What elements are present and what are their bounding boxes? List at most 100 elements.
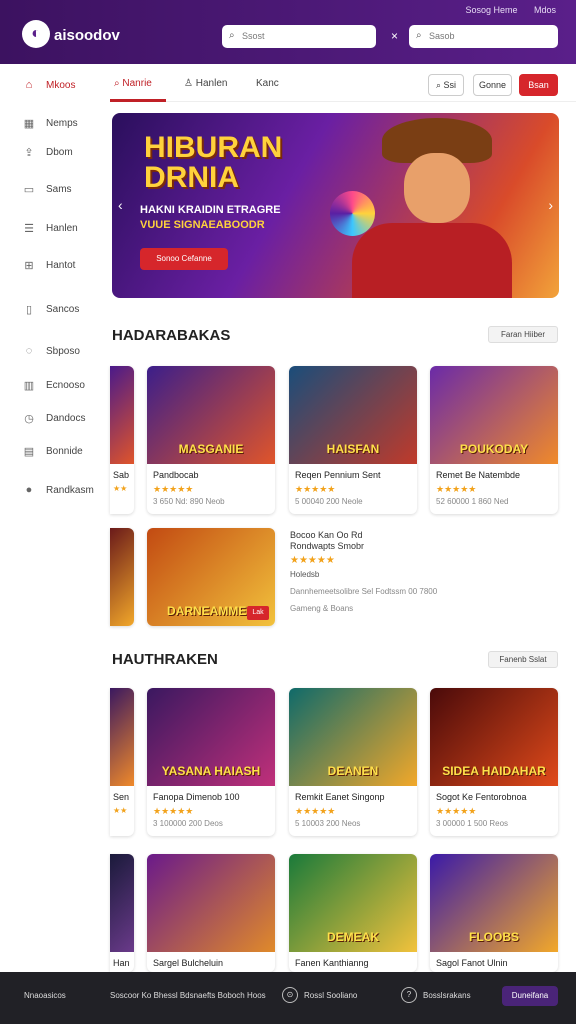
- game-card[interactable]: YASANA HAIASH Fanopa Dimenob 100 ★★★★★ 3…: [147, 688, 275, 836]
- search-input-secondary[interactable]: ⌕ Sasob: [409, 25, 558, 48]
- game-rating: ★★★★★: [295, 484, 336, 494]
- game-thumbnail: YASANA HAIASH: [147, 688, 275, 786]
- game-rating: ★★: [113, 484, 128, 493]
- game-card-partial[interactable]: Han: [110, 854, 134, 972]
- tab-label: Hanlen: [195, 78, 228, 89]
- sidebar-item-label: Nemps: [46, 117, 78, 129]
- colorful-ball-icon: [330, 191, 375, 236]
- live-badge: Lak: [247, 606, 269, 620]
- game-card[interactable]: HAISFAN Reqen Pennium Sent ★★★★★ 5 00040…: [289, 366, 417, 514]
- chevron-left-icon[interactable]: ‹: [118, 197, 123, 213]
- logo-icon[interactable]: ◐: [22, 20, 50, 48]
- tab-label: Kanc: [256, 78, 279, 89]
- game-title: Sen: [113, 792, 130, 802]
- search-input-primary[interactable]: ⌕ Ssost ×: [222, 25, 398, 48]
- game-card-partial[interactable]: Sab ★★: [110, 366, 134, 514]
- top-links: Sosog Heme Mdos: [451, 5, 556, 15]
- thumbnail-text: HAISFAN: [326, 442, 380, 456]
- top-link-1[interactable]: Sosog Heme: [465, 5, 517, 15]
- hero-title: HIBURAN DRNIA: [144, 131, 283, 194]
- game-rating: ★★★★★: [295, 806, 336, 816]
- game-card-partial[interactable]: Sen ★★: [110, 688, 134, 836]
- sidebar-item-8[interactable]: ◌ Sbposo: [22, 344, 80, 358]
- footer-link-2[interactable]: Bosslsrakans: [423, 991, 471, 1000]
- hero-banner[interactable]: HIBURAN DRNIA HAKNI KRAIDIN ETRAGRE VUUE…: [112, 113, 559, 298]
- sidebar-item-label: Dandocs: [46, 412, 86, 424]
- thumbnail-text: DEANEN: [327, 764, 379, 778]
- game-card-featured[interactable]: DARNEAMMER Lak: [147, 528, 275, 626]
- footer-brand[interactable]: Nnaoasicos: [24, 991, 66, 1000]
- sidebar-item-label: Hanlen: [46, 222, 78, 234]
- section-title-1: HADARABAKAS: [112, 327, 231, 344]
- hero-cta-button[interactable]: Sonoo Cefanne: [140, 248, 228, 270]
- search-placeholder-1: Ssost: [242, 31, 265, 41]
- tab-2[interactable]: ♙ Hanlen: [184, 78, 227, 89]
- hero-subtitle-line1: HAKNI KRAIDIN ETRAGRE: [140, 204, 281, 216]
- footer-link-1[interactable]: Rossl Sooliano: [304, 991, 357, 1000]
- game-title: Remkit Eanet Singonp: [295, 792, 385, 802]
- sidebar-item-label: Randkasm: [46, 484, 94, 496]
- primary-button[interactable]: Bsan: [519, 74, 558, 96]
- section-2-view-all-button[interactable]: Fanenb Sslat: [488, 651, 558, 668]
- chevron-right-icon[interactable]: ›: [548, 197, 553, 213]
- tab-3[interactable]: Kanc: [256, 78, 279, 89]
- info-category: Gameng & Boans: [290, 604, 354, 613]
- game-card[interactable]: DEMEAK Fanen Kanthianng: [289, 854, 417, 972]
- game-card[interactable]: SIDEA HAIDAHAR Sogot Ke Fentorobnoa ★★★★…: [430, 688, 558, 836]
- featured-game-info: Bocoo Kan Oo Rd Rondwapts Smobr ★★★★★ Ho…: [290, 530, 470, 613]
- search-button[interactable]: ⌕ Ssi: [428, 74, 464, 96]
- sidebar-item-7[interactable]: ▯ Sancos: [22, 302, 79, 316]
- phone-icon: ▯: [25, 303, 33, 316]
- user-icon: ●: [25, 484, 33, 496]
- clock-icon: ◷: [24, 412, 34, 425]
- game-thumbnail: [110, 528, 134, 626]
- game-rating: ★★★★★: [436, 484, 477, 494]
- game-title: Reqen Pennium Sent: [295, 470, 381, 480]
- brand-name[interactable]: aisoodov: [54, 27, 120, 44]
- secondary-button[interactable]: Gonne: [473, 74, 512, 96]
- info-icon[interactable]: ⊙: [282, 987, 298, 1003]
- tab-1[interactable]: ⌕ Nanrie: [114, 78, 152, 89]
- card-icon: ▭: [23, 183, 35, 196]
- character-face: [404, 153, 470, 223]
- game-thumbnail: POUKODAY: [430, 366, 558, 464]
- thumbnail-text: FLOOBS: [469, 930, 519, 944]
- top-link-2[interactable]: Mdos: [534, 5, 556, 15]
- sidebar-item-label: Sancos: [46, 303, 80, 315]
- close-icon[interactable]: ×: [391, 29, 398, 43]
- game-card[interactable]: DEANEN Remkit Eanet Singonp ★★★★★ 5 1000…: [289, 688, 417, 836]
- sidebar-item-label: Sams: [46, 183, 72, 195]
- game-card[interactable]: FLOOBS Sagol Fanot Ulnin: [430, 854, 558, 972]
- game-title: Pandbocab: [153, 470, 199, 480]
- chat-icon: ◌: [25, 345, 33, 357]
- game-title: Fanopa Dimenob 100: [153, 792, 240, 802]
- footer-button[interactable]: Duneifana: [502, 986, 558, 1006]
- sidebar-item-3[interactable]: ⇪ Dbom: [22, 145, 73, 159]
- game-thumbnail: MASGANIE: [147, 366, 275, 464]
- sidebar-item-home[interactable]: ⌂ Mkoos: [22, 78, 76, 92]
- game-thumbnail: DEANEN: [289, 688, 417, 786]
- sidebar-item-10[interactable]: ◷ Dandocs: [22, 411, 85, 425]
- game-meta: 5 00040 200 Neole: [295, 497, 363, 506]
- game-title: Sagol Fanot Ulnin: [436, 958, 508, 968]
- info-provider: Holedsb: [290, 570, 320, 579]
- game-thumbnail: [110, 366, 134, 464]
- game-thumbnail: [110, 688, 134, 786]
- sidebar-item-5[interactable]: ☰ Hanlen: [22, 221, 78, 235]
- sidebar-item-label: Dbom: [46, 146, 73, 158]
- sidebar-item-6[interactable]: ⊞ Hantot: [22, 258, 75, 272]
- game-title: Sab: [113, 470, 130, 480]
- sidebar-item-2[interactable]: ▦ Nemps: [22, 116, 78, 130]
- sidebar-item-4[interactable]: ▭ Sams: [22, 182, 72, 196]
- sidebar-item-12[interactable]: ● Randkasm: [22, 483, 94, 497]
- section-1-view-all-button[interactable]: Faran Hiiber: [488, 326, 558, 343]
- game-card[interactable]: MASGANIE Pandbocab ★★★★★ 3 650 Nd: 890 N…: [147, 366, 275, 514]
- game-card-partial[interactable]: [110, 528, 134, 626]
- game-card[interactable]: POUKODAY Remet Be Natembde ★★★★★ 52 6000…: [430, 366, 558, 514]
- sidebar-item-9[interactable]: ▥ Ecnooso: [22, 378, 85, 392]
- sidebar-item-11[interactable]: ▤ Bonnide: [22, 444, 83, 458]
- game-card[interactable]: Sargel Bulcheluin: [147, 854, 275, 972]
- info-title: Bocoo Kan Oo Rd: [290, 530, 363, 540]
- help-icon[interactable]: ?: [401, 987, 417, 1003]
- search-button-label: Ssi: [443, 80, 457, 90]
